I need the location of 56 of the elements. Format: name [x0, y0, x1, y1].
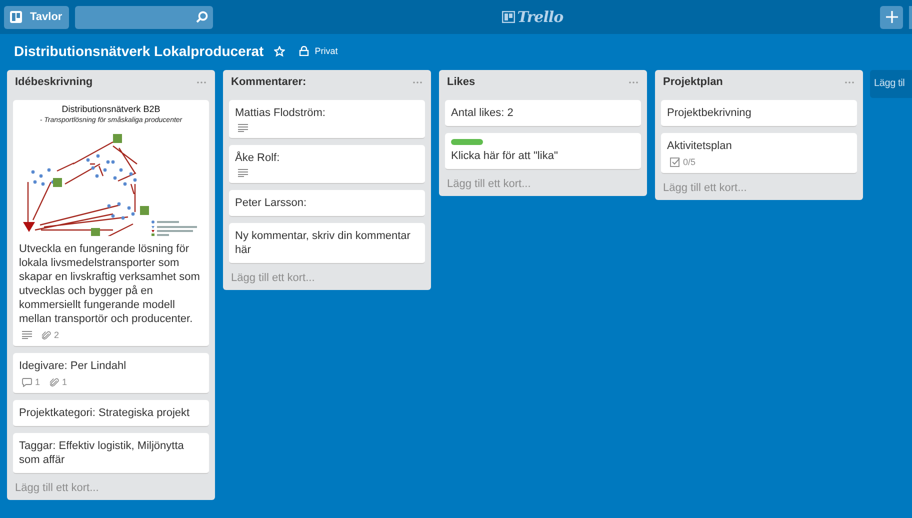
card-title: Projektkategori: Strategiska projekt	[19, 406, 191, 420]
cover-title: Distributionsnätverk B2B	[62, 104, 160, 114]
card-title: Antal likes: 2	[451, 106, 514, 120]
card-title: Idegivare: Per Lindahl	[19, 359, 128, 373]
card[interactable]: Projektkategori: Strategiska projekt	[13, 400, 209, 427]
badge-count: 0/5	[683, 157, 696, 167]
card-title: Åke Rolf:	[235, 151, 281, 165]
search-field[interactable]	[75, 6, 214, 28]
card-title: Taggar: Effektiv logistik, Miljönytta som affär	[19, 439, 185, 467]
card[interactable]	[13, 100, 209, 347]
card-title: Aktivitetsplan	[667, 139, 733, 153]
plus-icon	[886, 11, 898, 23]
card-title: Klicka här för att "lika"	[451, 149, 559, 163]
search-icon	[196, 11, 208, 23]
card-title: Peter Larsson:	[235, 196, 308, 210]
card[interactable]: Ny kommentar, skriv din kommentar här	[229, 223, 425, 264]
description-icon	[22, 331, 32, 339]
board-title: Distributionsnätverk Lokalproducerat	[14, 43, 264, 59]
paperclip-icon	[42, 330, 51, 340]
badge-count: 1	[62, 377, 68, 387]
card-title: Ny kommentar, skriv din kommentar här	[235, 229, 412, 257]
card[interactable]: Mattias Flodström:	[229, 100, 425, 139]
card[interactable]: Aktivitetsplan 0/5	[661, 133, 857, 174]
card[interactable]: Taggar: Effektiv logistik, Miljönytta som affär	[13, 433, 209, 474]
board-icon	[10, 11, 22, 23]
more-icon[interactable]	[413, 80, 422, 84]
visibility-button[interactable]: Privat	[298, 46, 338, 56]
card[interactable]: Klicka här för att "lika"	[445, 133, 641, 170]
comment-icon	[22, 378, 32, 386]
badge-count: 2	[54, 330, 60, 340]
card-title: Utveckla en fungerande lösning för lokala livsmedelstransporter som skapar en livskraftig verksamhet som utvecklas och bygger på en kommersiellt fungerande modell mellan transportör och producenter.	[19, 242, 201, 326]
paperclip-icon	[50, 378, 60, 386]
card-title: Mattias Flodström:	[235, 106, 326, 120]
card[interactable]: Idegivare: Per Lindahl 1 1	[13, 353, 209, 394]
add-list-button[interactable]: Lägg til	[870, 70, 912, 98]
more-icon[interactable]	[629, 80, 638, 84]
card[interactable]: Projektbekrivning	[661, 100, 857, 127]
checklist-icon	[670, 157, 680, 167]
card[interactable]: Antal likes: 2	[445, 100, 641, 127]
card-title: Projektbekrivning	[667, 106, 752, 120]
logo-text: Trello	[517, 8, 564, 26]
list-title: Kommentarer:	[231, 76, 306, 88]
list-title: Likes	[447, 76, 476, 88]
description-icon	[238, 124, 248, 132]
list-title: Idébeskrivning	[15, 76, 93, 88]
list-title: Projektplan	[663, 76, 723, 88]
description-icon	[238, 169, 248, 177]
lock-icon	[298, 46, 309, 56]
badge-count: 1	[35, 377, 40, 387]
more-icon[interactable]	[845, 80, 854, 84]
card[interactable]: Peter Larsson:	[229, 190, 425, 217]
add-button[interactable]	[880, 6, 903, 28]
logo-icon	[502, 11, 516, 23]
more-icon[interactable]	[197, 80, 206, 84]
card[interactable]: Åke Rolf:	[229, 145, 425, 184]
star-icon[interactable]	[274, 46, 285, 56]
